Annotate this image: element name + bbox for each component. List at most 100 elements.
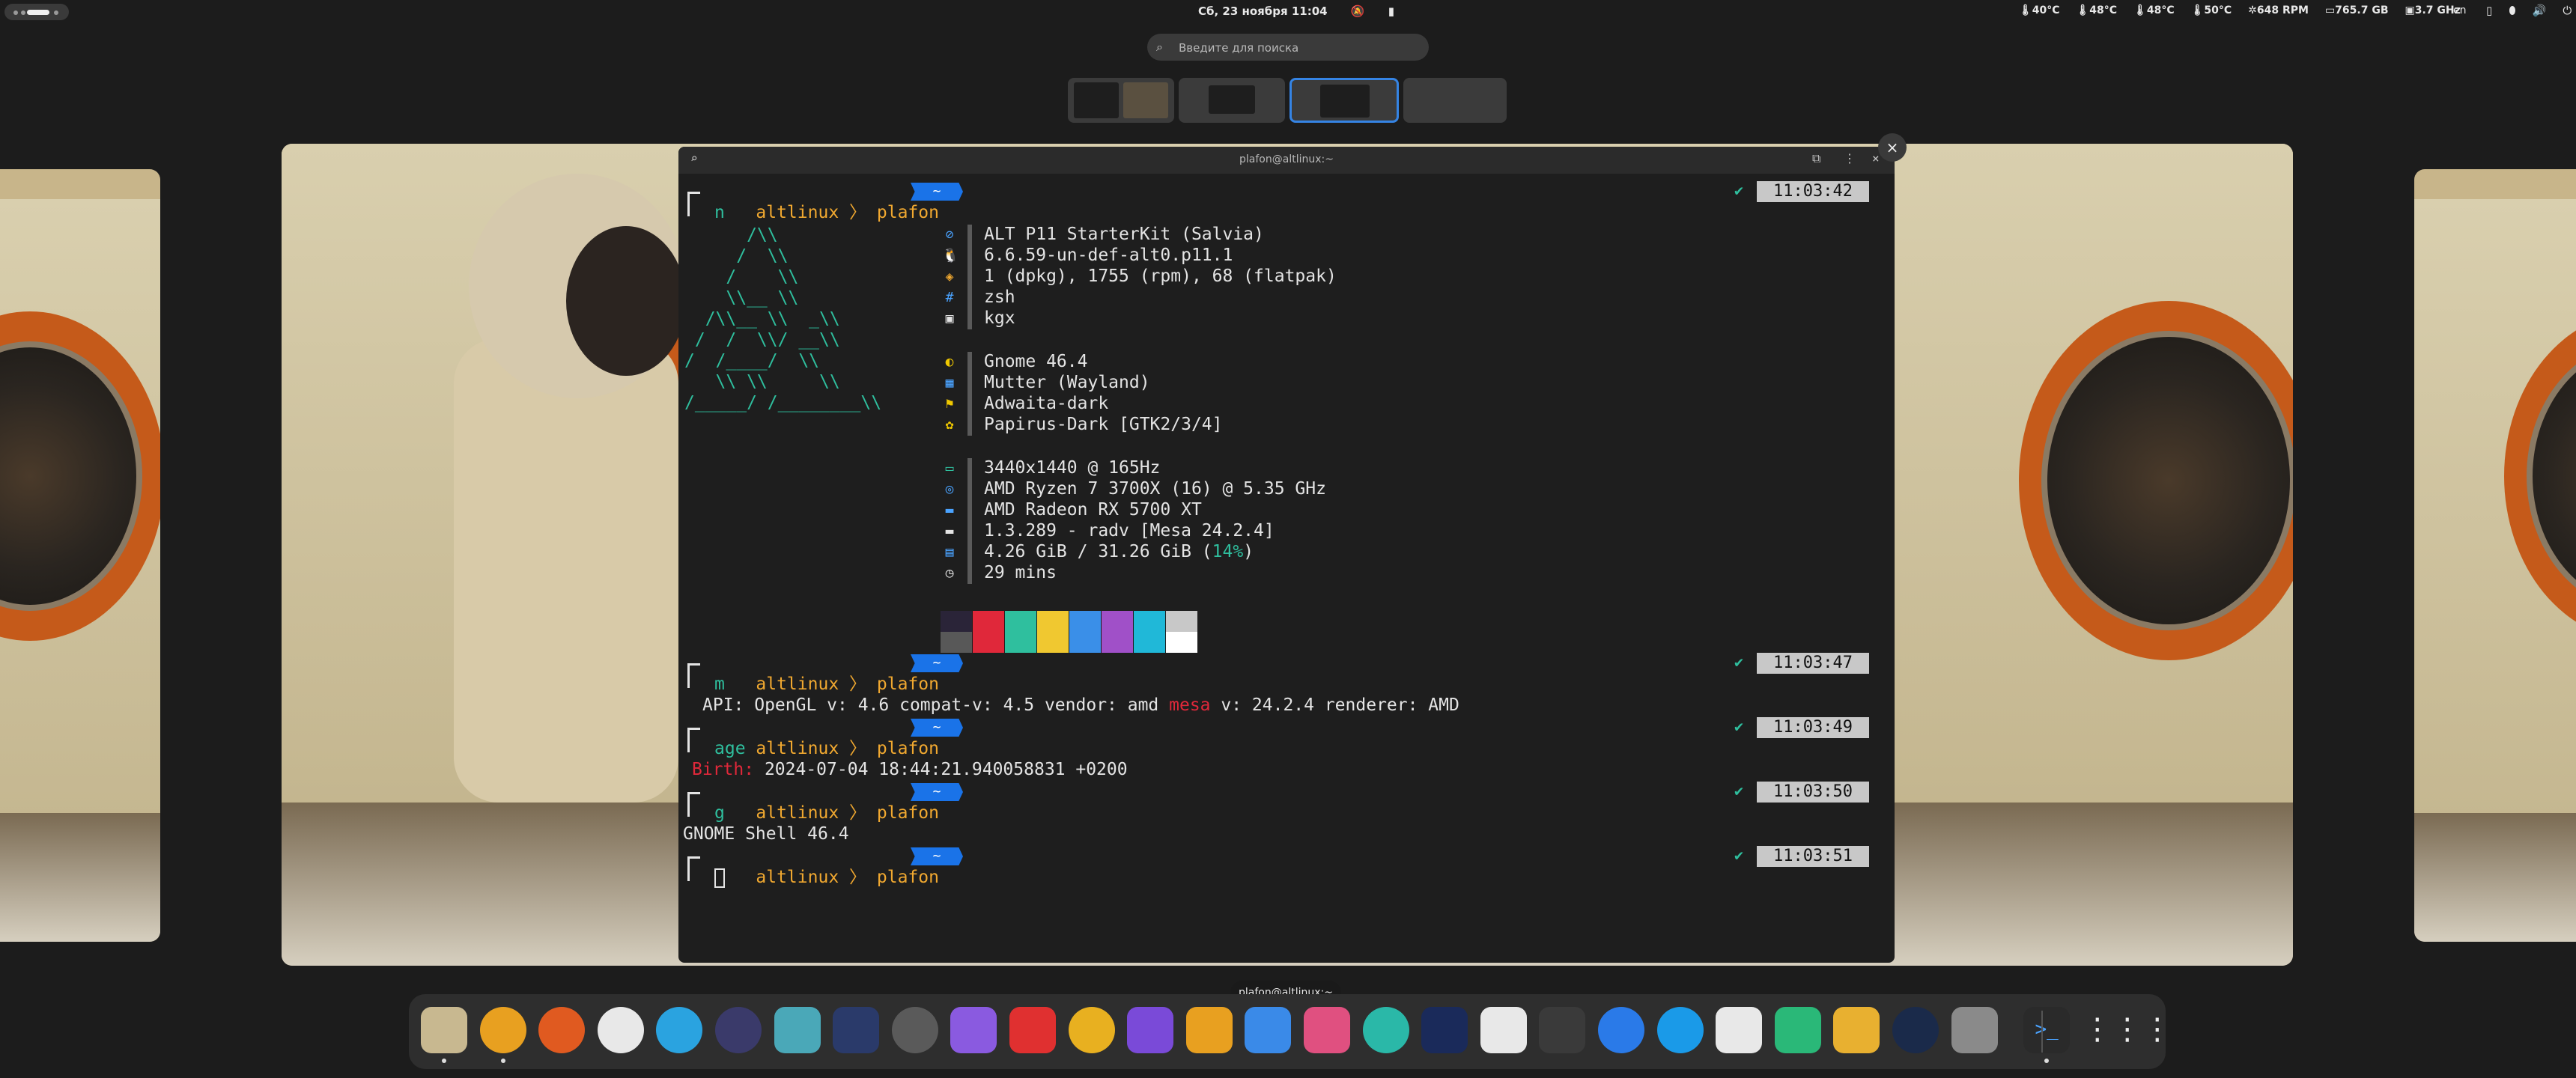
dock-security-icon[interactable] [1951, 1007, 1998, 1053]
opengl-suffix: v: 24.2.4 renderer: AMD [1210, 695, 1459, 715]
system-menu[interactable]: ▯ ⬮ 🔊 ⏻ [2486, 4, 2572, 17]
prompt-time: 11:03:50 [1757, 782, 1869, 803]
workspace-preview-left[interactable] [0, 169, 160, 942]
dock-crop-icon[interactable] [1539, 1007, 1586, 1053]
dock-yandex-icon[interactable] [597, 1007, 644, 1053]
dock-obsidian-icon[interactable] [1127, 1007, 1174, 1053]
dock-diamond-icon[interactable] [1304, 1007, 1350, 1053]
dock: >_ ⋮⋮⋮ [409, 994, 2172, 1069]
dock-firefox-icon[interactable] [538, 1007, 586, 1053]
workspace-thumbnail-4[interactable] [1403, 78, 1507, 123]
wallpaper-floor [0, 813, 160, 942]
prompt-host: plafon [876, 674, 939, 694]
dock-audio-icon[interactable] [833, 1007, 880, 1053]
prompt-user: altlinux [756, 739, 839, 758]
birth-output: Birth: 2024-07-04 18:44:21.940058831 +02… [692, 759, 1128, 780]
info-icon: ▬ [945, 502, 954, 518]
workspace-thumbnail-3[interactable] [1289, 78, 1399, 123]
dock-clock-icon[interactable] [891, 1007, 938, 1053]
dock-color-picker-icon[interactable] [1068, 1007, 1115, 1053]
info-icon: ◐ [945, 354, 954, 370]
dock-gauge-icon[interactable] [1892, 1007, 1939, 1053]
dock-sunny-icon[interactable] [1833, 1007, 1880, 1053]
dock-scanner-icon[interactable] [774, 1007, 821, 1053]
prompt-separator: 〉 [849, 739, 867, 758]
dock-split-icon[interactable] [1480, 1007, 1527, 1053]
info-icon: # [945, 290, 954, 305]
color-swatch [1037, 611, 1069, 632]
prompt-corner [687, 728, 700, 752]
terminal-headerbar[interactable]: ⌕ plafon@altlinux:~ ⧉ ⋮ × [678, 147, 1895, 174]
workspace-thumbnail-2[interactable] [1179, 78, 1285, 123]
dock-text-editor-icon[interactable] [1185, 1007, 1233, 1053]
overview-search[interactable]: ⌕ [1147, 34, 1429, 61]
info-icon: ✿ [945, 417, 954, 433]
sensors-indicator[interactable]: 🌡40°C 🌡48°C 🌡48°C 🌡50°C ✲648 RPM ▭765.7 … [2019, 4, 2461, 16]
dock-terminal-icon[interactable]: >_ [2023, 1007, 2071, 1053]
info-separator [967, 458, 972, 584]
prompt-host: plafon [876, 803, 939, 823]
sensor-cpu-freq: ▣3.7 GHz [2405, 4, 2461, 16]
command-text: age [714, 739, 746, 758]
new-tab-icon[interactable]: ⧉ [1812, 151, 1820, 166]
dock-files-icon[interactable] [421, 1007, 467, 1053]
prompt-corner [687, 192, 700, 216]
dock-storage-icon[interactable] [1245, 1007, 1292, 1053]
terminal-title: plafon@altlinux:~ [1239, 153, 1334, 165]
dock-telegram-icon[interactable] [656, 1007, 703, 1053]
info-icon: ◈ [945, 269, 954, 284]
info-icon: ◷ [945, 565, 954, 581]
info-icon: ▣ [945, 311, 954, 326]
terminal-close-icon[interactable]: × [1872, 151, 1880, 165]
dock-skype-icon[interactable] [1656, 1007, 1704, 1053]
workspace-thumbnail-1[interactable] [1068, 78, 1174, 123]
activities-button[interactable] [4, 4, 69, 20]
memory-close-paren: ) [1243, 542, 1254, 561]
terminal-cursor[interactable] [714, 868, 725, 888]
sensor-disk: ▭765.7 GB [2324, 4, 2389, 16]
prompt-path: ~ [911, 719, 963, 737]
dnd-bell-icon: 🔕 [1350, 4, 1365, 18]
keyboard-layout[interactable]: en [2453, 4, 2467, 16]
dock-screenshot-icon[interactable] [950, 1007, 997, 1053]
color-swatch [1069, 611, 1101, 632]
info-icon: ⚑ [945, 396, 954, 412]
dock-chrome-icon[interactable] [479, 1007, 526, 1053]
info-text: Adwaita-dark [984, 394, 1109, 413]
prompt-host: plafon [876, 739, 939, 758]
prompt-path: ~ [911, 183, 963, 201]
gnome-version-output: GNOME Shell 46.4 [683, 824, 849, 844]
color-swatch [973, 632, 1004, 653]
prompt-separator: 〉 [849, 674, 867, 694]
prompt-host: plafon [876, 868, 939, 887]
prompt-time: 11:03:49 [1757, 717, 1869, 738]
running-indicator [500, 1059, 505, 1063]
command-text: m [714, 674, 725, 694]
terminal-window[interactable]: ⌕ plafon@altlinux:~ ⧉ ⋮ × altlinux 〉 pla… [678, 147, 1895, 963]
dock-app-grid-icon[interactable]: ⋮⋮⋮ [2083, 1007, 2172, 1053]
opengl-prefix: API: OpenGL v: 4.6 compat-v: 4.5 vendor:… [702, 695, 1170, 715]
sensor-cpu-temp: 🌡40°C [2019, 4, 2060, 16]
info-icon: ▬ [945, 523, 954, 539]
dock-arrow-icon[interactable] [1421, 1007, 1468, 1053]
info-text: zsh [984, 287, 1015, 307]
overview-window-close-button[interactable]: × [1878, 133, 1907, 162]
dock-downloader-icon[interactable] [1009, 1007, 1056, 1053]
dock-dbeaver-icon[interactable] [1362, 1007, 1409, 1053]
info-text: 29 mins [984, 563, 1057, 582]
color-swatch [1134, 632, 1165, 653]
color-swatch [941, 632, 972, 653]
battery-icon: ▮ [1388, 4, 1395, 18]
wallpaper-astronaut-suit [454, 338, 678, 803]
prompt-line: altlinux 〉 plafon [714, 846, 939, 909]
clock[interactable]: Сб, 23 ноября 11:04 🔕 ▮ [1198, 4, 1394, 18]
info-text: Papirus-Dark [GTK2/3/4] [984, 415, 1223, 434]
dock-zoom-icon[interactable] [1598, 1007, 1644, 1053]
workspace-preview-right[interactable] [2414, 169, 2576, 942]
dock-reader-icon[interactable] [1774, 1007, 1821, 1053]
prompt-user: altlinux [756, 868, 839, 887]
menu-icon[interactable]: ⋮ [1844, 151, 1856, 165]
dock-box-icon[interactable] [1716, 1007, 1763, 1053]
search-input[interactable] [1177, 38, 1420, 58]
dock-davinci-icon[interactable] [715, 1007, 762, 1053]
